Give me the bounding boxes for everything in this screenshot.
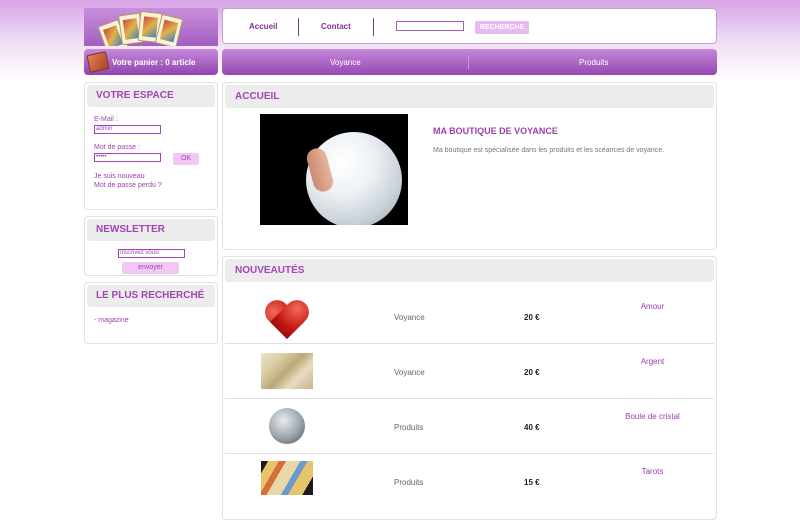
tarot-deck-image[interactable] — [261, 461, 313, 495]
category-menu: Voyance Produits — [222, 49, 717, 75]
account-panel-title: VOTRE ESPACE — [87, 85, 215, 107]
cart-summary[interactable]: Votre panier : 0 article — [84, 49, 218, 75]
shop-description: Ma boutique est spécialisée dans les pro… — [433, 147, 665, 154]
product-category: Voyance — [394, 368, 425, 377]
search-button[interactable]: RECHERCHE — [475, 21, 529, 34]
search-input[interactable] — [396, 21, 464, 31]
product-row[interactable]: Produits 40 € Boule de cristal — [225, 400, 714, 454]
login-ok-button[interactable]: OK — [173, 153, 199, 165]
top-navigation: Accueil Contact RECHERCHE — [222, 8, 717, 44]
menu-item-produits[interactable]: Produits — [579, 58, 608, 67]
password-label: Mot de passe : — [94, 144, 140, 151]
password-field[interactable]: ••••• — [94, 153, 161, 162]
menu-item-voyance[interactable]: Voyance — [330, 58, 361, 67]
popular-title: LE PLUS RECHERCHÉ — [87, 285, 215, 307]
menu-separator — [468, 55, 469, 69]
email-field[interactable]: admin — [94, 125, 161, 134]
crystal-ball-hero-image — [260, 114, 408, 225]
popular-panel: LE PLUS RECHERCHÉ - magazine — [84, 282, 218, 344]
product-category: Voyance — [394, 313, 425, 322]
home-panel: ACCUEIL MA BOUTIQUE DE VOYANCE Ma boutiq… — [222, 82, 717, 250]
nav-separator — [298, 18, 299, 36]
product-name-link[interactable]: Tarots — [615, 467, 690, 476]
home-title: ACCUEIL — [225, 85, 714, 108]
product-name-link[interactable]: Boule de cristal — [615, 412, 690, 421]
account-panel: VOTRE ESPACE E-Mail : admin Mot de passe… — [84, 82, 218, 210]
new-products-title: NOUVEAUTÉS — [225, 259, 714, 282]
nav-link-accueil[interactable]: Accueil — [249, 22, 277, 31]
cart-text: Votre panier : 0 article — [112, 57, 196, 67]
product-price: 20 € — [524, 313, 540, 322]
site-logo[interactable] — [84, 8, 218, 46]
lost-password-link[interactable]: Mot de passe perdu ? — [94, 182, 162, 189]
shop-title: MA BOUTIQUE DE VOYANCE — [433, 126, 558, 136]
new-products-panel: NOUVEAUTÉS Voyance 20 € Amour Voyance 20… — [222, 256, 717, 520]
product-name-link[interactable]: Amour — [615, 302, 690, 311]
newsletter-submit-button[interactable]: envoyer — [122, 262, 179, 274]
popular-item-magazine[interactable]: - magazine — [94, 317, 129, 324]
newsletter-title: NEWSLETTER — [87, 219, 215, 241]
product-row[interactable]: Produits 15 € Tarots — [225, 455, 714, 509]
email-label: E-Mail : — [94, 116, 118, 123]
heart-image[interactable] — [261, 298, 313, 334]
product-price: 20 € — [524, 368, 540, 377]
product-price: 40 € — [524, 423, 540, 432]
register-link[interactable]: Je suis nouveau — [94, 173, 145, 180]
nav-separator — [373, 18, 374, 36]
product-price: 15 € — [524, 478, 540, 487]
crystal-ball-image[interactable] — [261, 408, 313, 444]
nav-link-contact[interactable]: Contact — [321, 22, 351, 31]
newsletter-email-input[interactable]: Inscrivez vous! — [118, 249, 185, 258]
product-category: Produits — [394, 423, 424, 432]
product-name-link[interactable]: Argent — [615, 357, 690, 366]
product-row[interactable]: Voyance 20 € Argent — [225, 345, 714, 399]
cart-box-icon — [86, 51, 110, 73]
newsletter-panel: NEWSLETTER Inscrivez vous! envoyer — [84, 216, 218, 276]
tarot-cards-image[interactable] — [261, 353, 313, 389]
product-category: Produits — [394, 478, 424, 487]
product-row[interactable]: Voyance 20 € Amour — [225, 290, 714, 344]
